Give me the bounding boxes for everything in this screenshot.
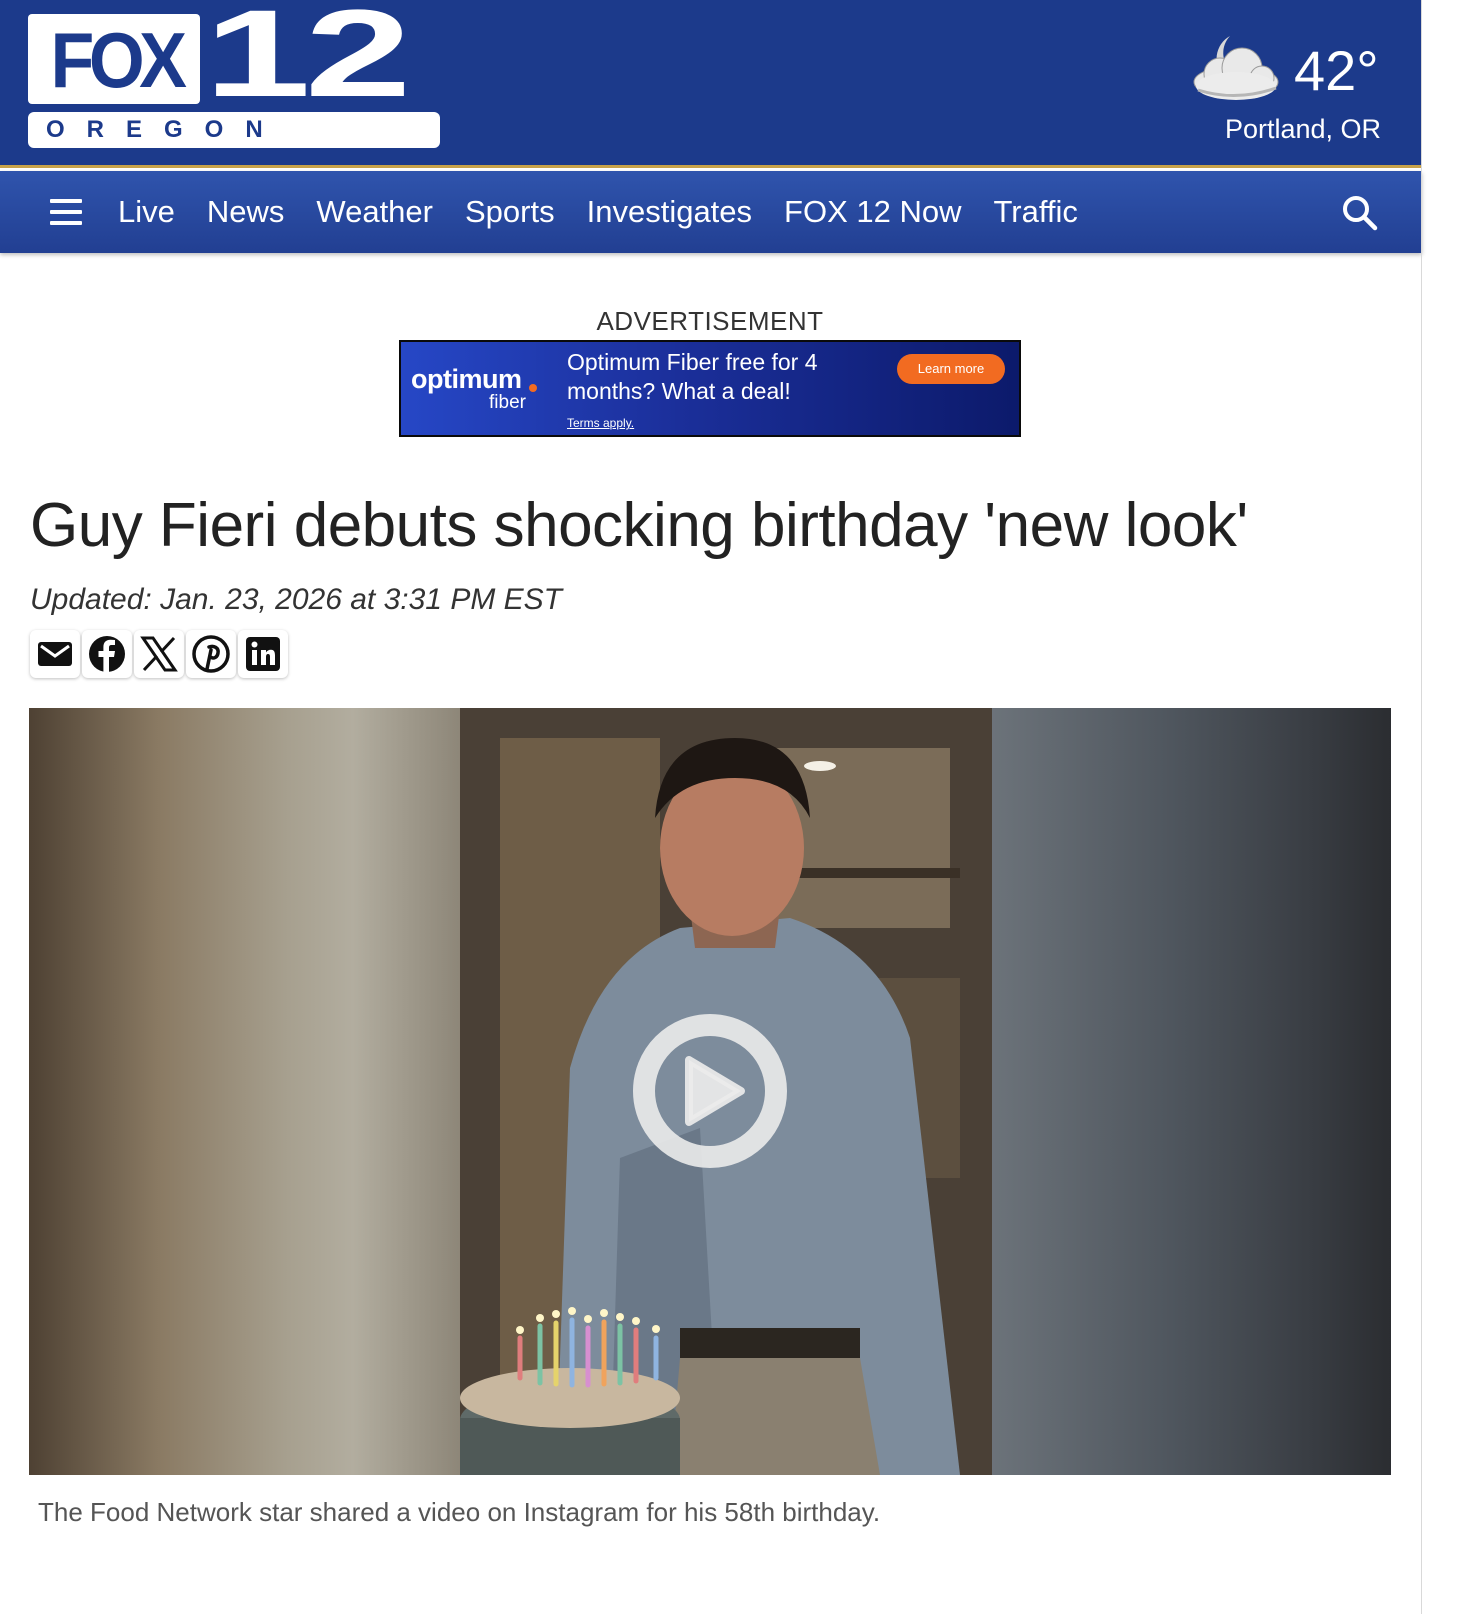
weather-widget[interactable]: 42° Portland, OR: [1180, 28, 1400, 158]
nav-item-traffic[interactable]: Traffic: [978, 171, 1094, 253]
partly-cloudy-night-icon: [1193, 36, 1279, 100]
video-blurred-background-right: [991, 708, 1391, 1475]
linkedin-icon[interactable]: [238, 630, 288, 678]
main-nav: Live News Weather Sports Investigates FO…: [0, 171, 1422, 253]
ad-learn-more-button[interactable]: Learn more: [897, 354, 1005, 384]
weather-city: Portland, OR: [1224, 114, 1382, 144]
x-icon[interactable]: [134, 630, 184, 678]
ad-brand-logo: optimum: [411, 364, 522, 394]
nav-item-sports[interactable]: Sports: [449, 171, 571, 253]
facebook-icon[interactable]: [82, 630, 132, 678]
ad-brand-sub: fiber: [489, 392, 526, 413]
logo-brand-text: FOX: [50, 16, 187, 104]
weather-temperature: 42°: [1294, 39, 1379, 102]
ad-terms-link[interactable]: Terms apply.: [567, 416, 634, 430]
email-icon[interactable]: [30, 630, 80, 678]
ad-brand-dot: [529, 384, 537, 392]
pinterest-icon[interactable]: [186, 630, 236, 678]
advertisement-label: ADVERTISEMENT: [596, 306, 824, 336]
nav-item-weather[interactable]: Weather: [300, 171, 449, 253]
page-edge-divider: [1421, 0, 1422, 1614]
nav-items: Live News Weather Sports Investigates FO…: [102, 171, 1094, 253]
optimum-ad-banner[interactable]: optimum fiber Optimum Fiber free for 4 m…: [399, 340, 1021, 437]
ad-headline: Optimum Fiber free for 4 months? What a …: [567, 349, 818, 404]
play-icon[interactable]: [631, 1012, 789, 1170]
video-caption: The Food Network star shared a video on …: [38, 1497, 881, 1527]
logo-region-text: OREGON: [28, 112, 440, 148]
share-buttons: [30, 630, 288, 678]
logo-channel-number: 12: [204, 0, 412, 123]
nav-item-news[interactable]: News: [191, 171, 301, 253]
article-video-player[interactable]: [29, 708, 1391, 1475]
nav-item-live[interactable]: Live: [102, 171, 191, 253]
article-updated-timestamp: Updated: Jan. 23, 2026 at 3:31 PM EST: [30, 583, 563, 616]
article-headline: Guy Fieri debuts shocking birthday 'new …: [30, 491, 1248, 560]
video-blurred-background-left: [29, 708, 461, 1475]
nav-item-investigates[interactable]: Investigates: [571, 171, 768, 253]
nav-item-fox12-now[interactable]: FOX 12 Now: [768, 171, 977, 253]
logo-fox-box: FOX: [28, 14, 200, 104]
fox12-logo[interactable]: FOX 12 OREGON: [28, 0, 442, 150]
search-icon[interactable]: [1340, 193, 1380, 233]
site-header: FOX 12 OREGON 42° Portland, OR: [0, 0, 1422, 168]
hamburger-menu-icon[interactable]: [50, 199, 82, 225]
